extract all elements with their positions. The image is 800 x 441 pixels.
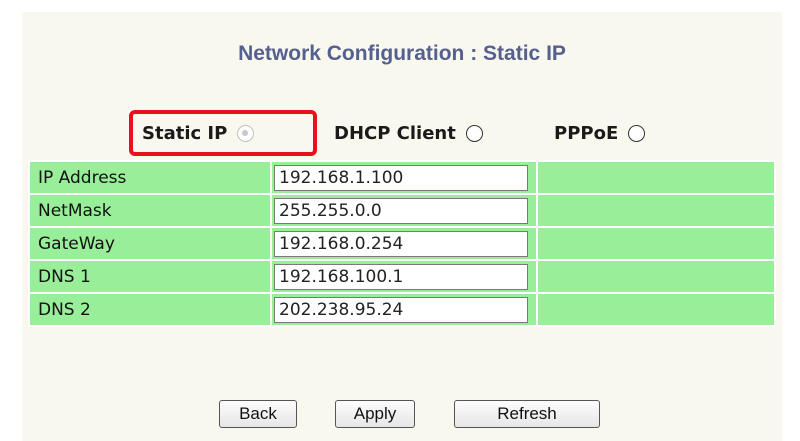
field-label: DNS 2 xyxy=(30,294,270,325)
selection-highlight-box xyxy=(129,110,317,156)
table-row: DNS 1 192.168.100.1 xyxy=(30,261,774,292)
table-row: DNS 2 202.238.95.24 xyxy=(30,294,774,325)
netmask-input[interactable]: 255.255.0.0 xyxy=(274,197,528,224)
refresh-button[interactable]: Refresh xyxy=(454,400,600,428)
table-row: NetMask 255.255.0.0 xyxy=(30,195,774,226)
dns2-input[interactable]: 202.238.95.24 xyxy=(274,296,528,323)
row-filler xyxy=(538,228,774,259)
mode-pppoe[interactable]: PPPoE xyxy=(554,117,646,149)
page-title: Network Configuration : Static IP xyxy=(238,42,566,65)
field-label: DNS 1 xyxy=(30,261,270,292)
apply-button[interactable]: Apply xyxy=(335,400,415,428)
network-config-panel: Network Configuration : Static IP Static… xyxy=(22,12,782,441)
field-label: IP Address xyxy=(30,162,270,193)
action-buttons: Back Apply Refresh xyxy=(22,400,782,430)
mode-pppoe-label[interactable]: PPPoE xyxy=(554,123,618,144)
row-filler xyxy=(538,195,774,226)
gateway-input[interactable]: 192.168.0.254 xyxy=(274,230,528,257)
table-row: IP Address 192.168.1.100 xyxy=(30,162,774,193)
back-button[interactable]: Back xyxy=(219,400,297,428)
row-filler xyxy=(538,261,774,292)
ip-address-input[interactable]: 192.168.1.100 xyxy=(274,164,528,191)
row-filler xyxy=(538,162,774,193)
row-filler xyxy=(538,294,774,325)
field-label: GateWay xyxy=(30,228,270,259)
dns1-input[interactable]: 192.168.100.1 xyxy=(274,263,528,290)
field-label: NetMask xyxy=(30,195,270,226)
mode-dhcp-client-label[interactable]: DHCP Client xyxy=(334,123,456,144)
static-ip-settings-table: IP Address 192.168.1.100 NetMask 255.255… xyxy=(28,160,776,327)
dhcp-client-radio[interactable] xyxy=(465,124,483,142)
table-row: GateWay 192.168.0.254 xyxy=(30,228,774,259)
mode-dhcp-client[interactable]: DHCP Client xyxy=(334,117,483,149)
pppoe-radio[interactable] xyxy=(628,124,646,142)
